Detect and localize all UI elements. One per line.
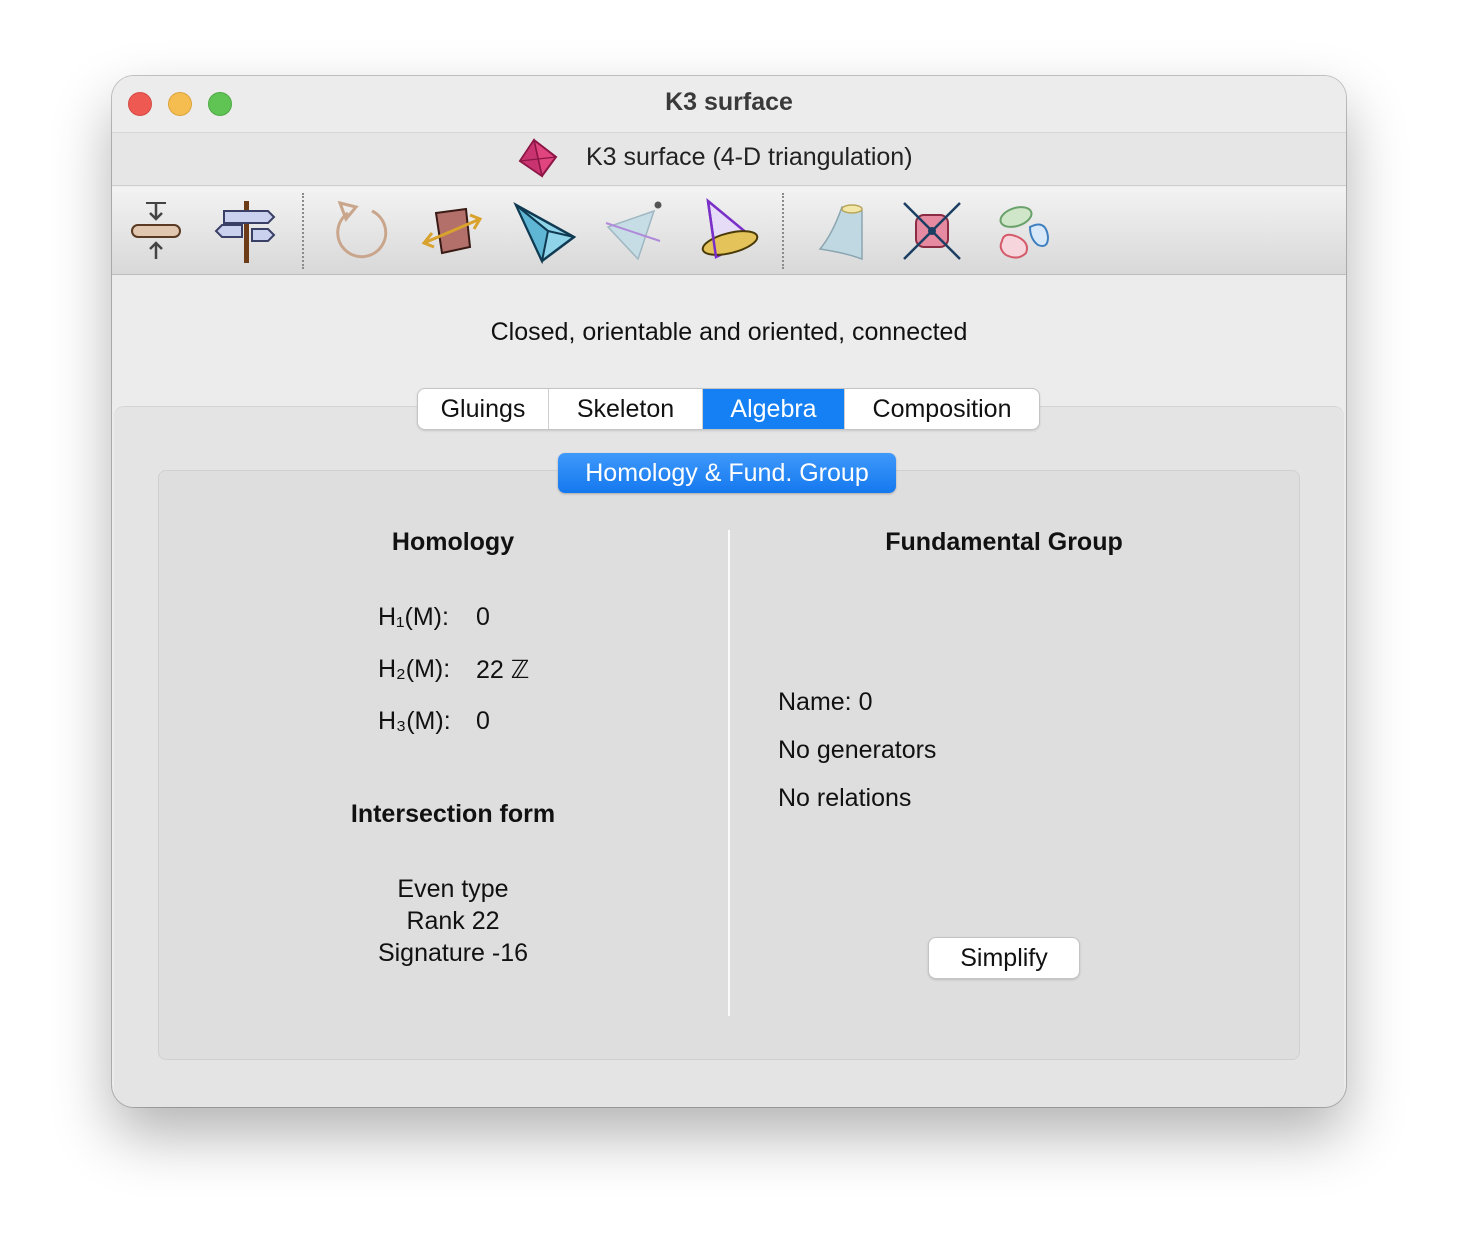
homology-heading: Homology	[391, 528, 515, 556]
toolbar	[112, 187, 1346, 275]
simplify-button[interactable]: Simplify	[928, 937, 1080, 979]
disc-tetrahedron-icon[interactable]	[694, 197, 762, 265]
tab-skeleton[interactable]: Skeleton	[549, 389, 703, 429]
components-blobs-icon[interactable]	[990, 197, 1058, 265]
intersection-form-heading: Intersection form	[350, 800, 556, 828]
tab-gluings[interactable]: Gluings	[418, 389, 549, 429]
h2-value: 22 ℤ	[476, 656, 530, 684]
signpost-icon[interactable]	[212, 197, 280, 265]
group-name: Name: 0	[778, 688, 873, 716]
h2-label: H₂(M):	[378, 655, 451, 683]
window-title: K3 surface	[665, 88, 793, 116]
tab-bar: Gluings Skeleton Algebra Composition	[417, 388, 1040, 430]
packet-header: K3 surface (4-D triangulation)	[112, 133, 1346, 186]
h1-label: H₁(M):	[378, 603, 449, 631]
status-text: Closed, orientable and oriented, connect…	[490, 318, 968, 346]
h3-value: 0	[476, 707, 490, 735]
tetrahedron-icon[interactable]	[510, 197, 578, 265]
tab-algebra[interactable]: Algebra	[703, 389, 845, 429]
collapse-arrows-icon[interactable]	[122, 197, 190, 265]
pentachoron-icon	[516, 137, 560, 179]
intersection-signature: Signature -16	[377, 939, 529, 967]
group-relations: No relations	[778, 784, 912, 812]
toolbar-separator	[302, 193, 304, 269]
title-bar[interactable]: K3 surface	[112, 76, 1346, 133]
h1-value: 0	[476, 603, 490, 631]
intersection-rank: Rank 22	[406, 907, 500, 935]
fundamental-group-heading: Fundamental Group	[885, 528, 1123, 556]
intersection-type: Even type	[397, 875, 509, 903]
group-generators: No generators	[778, 736, 937, 764]
packet-title: K3 surface (4-D triangulation)	[586, 143, 913, 171]
app-window: K3 surface K3 surface (4-D triangulation…	[112, 76, 1346, 1107]
crossed-simplex-icon[interactable]	[898, 197, 966, 265]
reflect-arrows-icon[interactable]	[418, 197, 486, 265]
rotate-orientation-icon[interactable]	[326, 197, 394, 265]
tab-composition[interactable]: Composition	[845, 389, 1039, 429]
h3-label: H₃(M):	[378, 707, 451, 735]
toolbar-separator	[782, 193, 784, 269]
cone-surface-icon[interactable]	[806, 197, 874, 265]
cone-vertex-icon[interactable]	[602, 197, 670, 265]
column-divider	[728, 530, 730, 1016]
tab-homology-fund-group[interactable]: Homology & Fund. Group	[558, 453, 896, 493]
